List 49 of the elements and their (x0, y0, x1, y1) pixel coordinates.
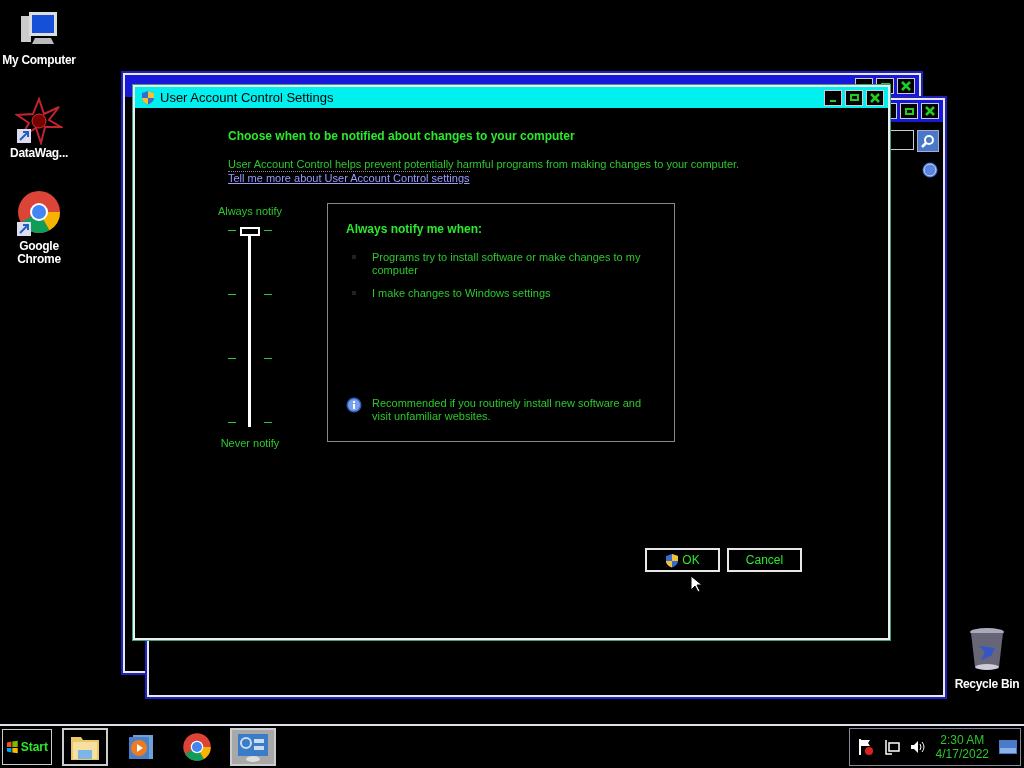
window-title: User Account Control Settings (160, 90, 334, 105)
close-button[interactable] (921, 103, 939, 119)
icon-label: Recycle Bin (953, 678, 1021, 691)
icon-label: My Computer (1, 54, 77, 67)
control-panel-taskbar-button[interactable] (230, 728, 276, 766)
media-player-icon (127, 733, 155, 761)
slider-thumb[interactable] (240, 227, 260, 236)
panel-item: Programs try to install software or make changes to my computer (372, 251, 642, 277)
shield-icon (665, 552, 680, 568)
windows-logo-icon (6, 740, 19, 754)
recommendation-note: Recommended if you routinely install new software and visit unfamiliar websites. (372, 397, 643, 423)
panel-item: I make changes to Windows settings (372, 287, 551, 300)
chrome-icon[interactable] (15, 190, 63, 238)
network-icon[interactable] (883, 739, 900, 755)
ok-button[interactable]: OK (645, 548, 720, 572)
start-button[interactable]: Start (2, 729, 52, 765)
control-panel-icon (236, 732, 270, 762)
show-desktop-icon[interactable] (999, 739, 1017, 755)
shield-icon (141, 90, 155, 105)
trash-bin-icon[interactable] (967, 626, 1007, 672)
search-icon (921, 134, 935, 148)
heading: Choose when to be notified about changes to your computer (228, 129, 576, 143)
search-button[interactable] (917, 130, 939, 152)
notify-slider[interactable] (228, 227, 272, 427)
help-link[interactable]: Tell me more about User Account Control settings (228, 171, 470, 185)
slider-label: Always notify (217, 205, 283, 217)
explorer-taskbar-button[interactable] (62, 728, 108, 766)
icon-label: Google Chrome (16, 240, 62, 266)
star-burst-icon[interactable] (15, 97, 63, 145)
chrome-icon (182, 732, 212, 762)
info-icon (346, 397, 362, 413)
clock-date[interactable]: 4/17/2022 (935, 747, 989, 761)
speaker-icon[interactable] (909, 739, 926, 755)
clock-time[interactable]: 2:30 AM (940, 733, 985, 747)
bullet-icon (352, 291, 356, 295)
flag-icon[interactable] (857, 738, 874, 756)
close-button[interactable] (866, 89, 884, 106)
icon-label: DataWag... (9, 147, 69, 160)
minimize-button[interactable] (824, 89, 842, 106)
slider-label: Never notify (220, 437, 280, 449)
description: User Account Control helps prevent potentially harmful programs from making changes to your computer. (228, 158, 741, 171)
bullet-icon (352, 255, 356, 259)
mouse-pointer-icon (690, 575, 702, 593)
close-button[interactable] (897, 78, 915, 94)
maximize-button[interactable] (845, 89, 863, 106)
cancel-button[interactable]: Cancel (727, 548, 802, 572)
maximize-button[interactable] (900, 103, 918, 119)
panel-title: Always notify me when: (346, 222, 484, 236)
help-icon[interactable] (922, 162, 938, 178)
